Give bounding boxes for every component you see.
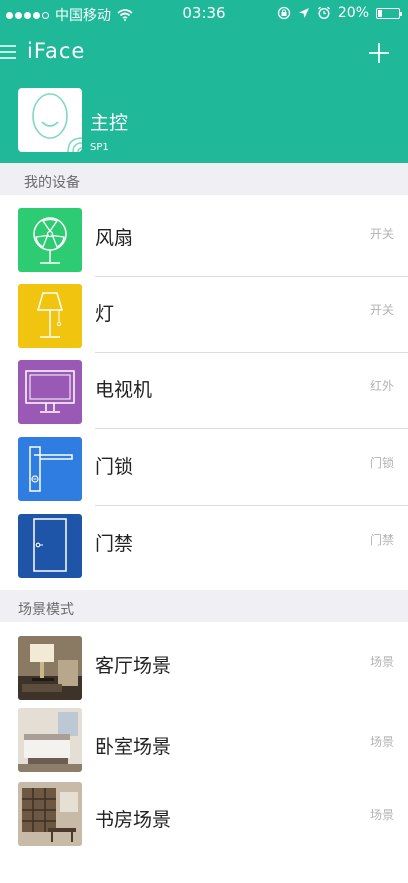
scene-label: 卧室场景 — [95, 736, 172, 758]
scene-row-bedroom[interactable]: 卧室场景 场景 — [0, 706, 408, 774]
row-divider — [95, 505, 408, 506]
device-row-lamp[interactable]: 灯 开关 — [0, 277, 408, 353]
app-header: 中国移动 03:36 20% iFace 主控 SP1 — [0, 0, 408, 163]
bedroom-photo — [18, 708, 82, 772]
device-label: 电视机 — [95, 379, 153, 401]
device-type-tag: 开关 — [369, 303, 394, 317]
living-room-photo-icon — [18, 636, 82, 700]
device-row-fan[interactable]: 风扇 开关 — [0, 201, 408, 277]
device-row-tv[interactable]: 电视机 红外 — [0, 353, 408, 429]
device-type-tag: 开关 — [369, 227, 394, 241]
section-header-devices: 我的设备 — [0, 163, 408, 195]
hamburger-menu-icon[interactable] — [0, 43, 18, 61]
device-label: 门锁 — [95, 456, 134, 478]
door-lock-icon — [29, 446, 73, 492]
smart-plug-face-icon — [32, 93, 82, 152]
scene-label: 客厅场景 — [95, 655, 172, 677]
door-tile — [18, 514, 82, 578]
scene-type-tag: 场景 — [369, 735, 394, 749]
device-type-tag: 门锁 — [369, 456, 394, 470]
battery-percent: 20% — [337, 5, 369, 21]
scene-label: 书房场景 — [95, 809, 172, 831]
rotation-lock-icon — [277, 6, 291, 20]
row-divider — [95, 428, 408, 429]
scene-type-tag: 场景 — [369, 808, 394, 822]
app-title: iFace — [27, 39, 86, 63]
lamp-icon — [36, 292, 64, 338]
tv-tile — [18, 360, 82, 424]
door-lock-tile — [18, 437, 82, 501]
section-header-scenes: 场景模式 — [0, 590, 408, 622]
fan-icon — [33, 217, 67, 264]
controller-name: 主控 — [90, 112, 129, 134]
controller-model: SP1 — [90, 142, 109, 153]
add-icon[interactable] — [366, 40, 392, 66]
door-icon — [33, 518, 67, 572]
scene-row-living-room[interactable]: 客厅场景 场景 — [0, 629, 408, 705]
section-title-scenes: 场景模式 — [18, 602, 74, 618]
study-room-photo-icon — [18, 782, 82, 846]
status-bar: 中国移动 03:36 20% — [0, 0, 408, 28]
study-room-photo — [18, 782, 82, 846]
living-room-photo — [18, 636, 82, 700]
scene-row-study[interactable]: 书房场景 场景 — [0, 779, 408, 855]
alarm-clock-icon — [317, 6, 330, 20]
tv-icon — [25, 370, 75, 413]
device-label: 灯 — [95, 303, 115, 325]
controller-avatar[interactable] — [18, 88, 82, 152]
navigation-bar: iFace — [0, 30, 408, 76]
device-row-access-control[interactable]: 门禁 门禁 — [0, 507, 408, 583]
device-label: 门禁 — [95, 533, 134, 555]
scene-type-tag: 场景 — [369, 655, 394, 669]
lamp-tile — [18, 284, 82, 348]
bedroom-photo-icon — [18, 708, 82, 772]
fan-tile — [18, 208, 82, 272]
device-type-tag: 红外 — [369, 379, 394, 393]
device-label: 风扇 — [95, 227, 134, 249]
device-type-tag: 门禁 — [369, 533, 394, 547]
location-arrow-icon — [298, 8, 309, 18]
status-right: 20% — [277, 5, 402, 21]
battery-icon — [376, 7, 402, 19]
device-row-door-lock[interactable]: 门锁 门锁 — [0, 430, 408, 506]
section-title-devices: 我的设备 — [24, 175, 80, 191]
